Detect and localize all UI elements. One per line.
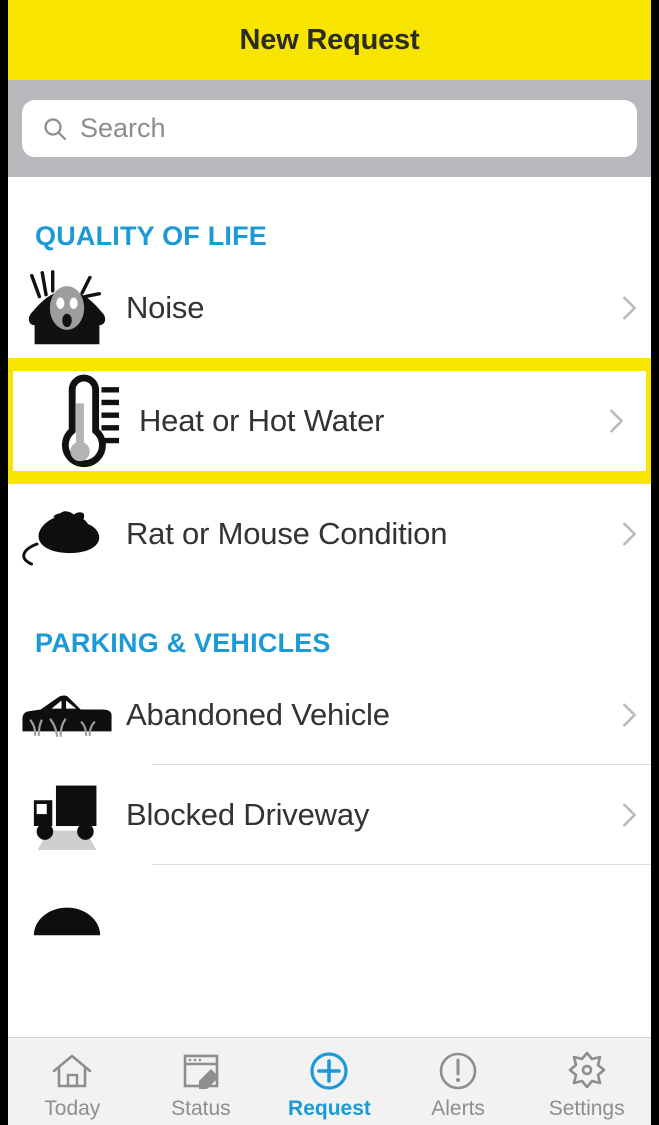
tab-status[interactable]: Status (137, 1038, 266, 1125)
header-bar: New Request (8, 0, 651, 80)
list-item-abandoned-vehicle[interactable]: Abandoned Vehicle (8, 665, 651, 765)
tab-label: Request (288, 1096, 371, 1120)
tab-request[interactable]: Request (265, 1038, 394, 1125)
search-placeholder: Search (80, 113, 166, 143)
thermometer-icon (21, 374, 139, 468)
section-header-parking-and-vehicles: PARKING & VEHICLES (35, 628, 331, 658)
app-screen: New Request Search QUALITY OF LIFE Noise… (0, 0, 659, 1125)
exclamation-circle-icon (436, 1049, 480, 1093)
list-item-label: Rat or Mouse Condition (126, 516, 448, 551)
gear-icon (565, 1049, 609, 1093)
tab-label: Status (171, 1096, 231, 1120)
partial-icon (8, 887, 126, 943)
noise-icon (8, 268, 126, 348)
window-pencil-icon (179, 1049, 223, 1093)
section-header-quality-of-life: QUALITY OF LIFE (35, 221, 267, 251)
page-title: New Request (239, 23, 420, 56)
tab-label: Settings (548, 1096, 625, 1120)
highlight-frame-heat-or-hot-water: Heat or Hot Water (8, 358, 651, 484)
list-item-noise[interactable]: Noise (8, 258, 651, 358)
tab-label: Today (44, 1096, 101, 1120)
tab-today[interactable]: Today (8, 1038, 137, 1125)
list-item-label: Abandoned Vehicle (126, 697, 390, 732)
chevron-right-icon (607, 520, 651, 548)
home-icon (50, 1049, 94, 1093)
list-item-blocked-driveway[interactable]: Blocked Driveway (8, 765, 651, 865)
bottom-tab-bar: Today Status Request Alerts Settings (8, 1037, 651, 1125)
list-item-label: Noise (126, 290, 205, 325)
list-item-heat-or-hot-water[interactable]: Heat or Hot Water (21, 371, 638, 471)
search-icon (42, 116, 68, 142)
truck-icon (8, 780, 126, 850)
plus-circle-icon (307, 1049, 351, 1093)
list-item-partial[interactable] (8, 865, 651, 965)
list-item-rat-or-mouse-condition[interactable]: Rat or Mouse Condition (8, 484, 651, 584)
list-item-label: Heat or Hot Water (139, 403, 385, 438)
car-weeds-icon (8, 687, 126, 743)
list-item-label: Blocked Driveway (126, 797, 370, 832)
tab-alerts[interactable]: Alerts (394, 1038, 523, 1125)
search-input[interactable]: Search (22, 100, 637, 157)
request-category-list[interactable]: QUALITY OF LIFE Noise Heat or Hot Water … (8, 177, 651, 1037)
search-bar-container: Search (8, 80, 651, 177)
chevron-right-icon (594, 407, 638, 435)
tab-label: Alerts (431, 1096, 485, 1120)
tab-settings[interactable]: Settings (522, 1038, 651, 1125)
chevron-right-icon (607, 701, 651, 729)
chevron-right-icon (607, 801, 651, 829)
rat-icon (8, 502, 126, 566)
chevron-right-icon (607, 294, 651, 322)
